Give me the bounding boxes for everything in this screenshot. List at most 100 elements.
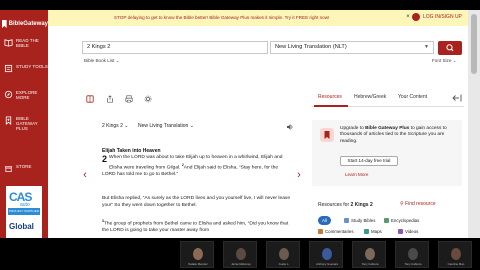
free-trial-button[interactable]: Start 14-day free trial: [340, 156, 398, 166]
filter-label: Videos: [405, 229, 419, 234]
study-bibles-icon: [344, 218, 349, 223]
resources-heading: Resources for 2 Kings 2: [318, 202, 373, 208]
collapse-panel-icon[interactable]: [452, 94, 462, 102]
chevron-down-icon: ⌄: [115, 58, 120, 63]
filter-commentaries[interactable]: Commentaries: [318, 229, 354, 234]
open-book-icon: [4, 39, 13, 47]
participant-tile[interactable]: Tony Cabrera: [395, 241, 429, 268]
scrollbar-thumb[interactable]: [471, 14, 477, 74]
sidebar-item-read[interactable]: READ THE BIBLE: [0, 38, 48, 48]
verse-text: The group of prophets from Bethel came t…: [102, 221, 289, 234]
resources-reference: 2 Kings 2: [350, 202, 373, 208]
find-resource-link[interactable]: ⚲ Find resource: [400, 201, 436, 207]
participant-video: [451, 248, 461, 260]
advertisement[interactable]: CAS auto PROUDLY SUPPLIER OF Global: [6, 186, 42, 238]
scrollbar[interactable]: [468, 10, 480, 238]
ad-word: Global: [9, 222, 34, 231]
participant-tile[interactable]: Joelie L.: [266, 241, 300, 268]
bible-book-list-label: Bible Book List: [84, 58, 115, 63]
filter-videos[interactable]: Videos: [398, 229, 418, 234]
participant-name: Natalie Mendez: [188, 262, 208, 266]
search-button[interactable]: [438, 41, 462, 55]
tab-your-content[interactable]: Your Content: [398, 94, 427, 100]
paragraph-verse-2: But Elisha replied, “As surely as the LO…: [102, 196, 292, 209]
participant-name: Joelie L.: [278, 262, 290, 266]
participant-video: [365, 248, 375, 260]
filter-maps[interactable]: Maps: [364, 229, 382, 234]
chapter-number: 2: [102, 154, 108, 164]
commentaries-icon: [318, 229, 323, 234]
participant-video: [322, 248, 332, 260]
sidebar-item-label: STORE: [16, 164, 32, 169]
passage-value: 2 Kings 2: [87, 44, 111, 50]
version-value: New Living Translation (NLT): [275, 44, 347, 50]
passage-version-label: New Living Translation: [138, 123, 189, 129]
audio-icon[interactable]: [286, 123, 294, 131]
bible-book-list-link[interactable]: Bible Book List ⌄: [84, 58, 120, 64]
search-icon: [446, 44, 454, 52]
filter-study-bibles[interactable]: Study Bibles: [344, 216, 375, 225]
section-heading: Elijah Taken into Heaven: [102, 148, 161, 154]
maps-icon: [364, 229, 369, 234]
resources-prefix: Resources for: [318, 202, 351, 208]
participant-tile[interactable]: Tony Cabrera: [352, 241, 386, 268]
study-tools-icon: [4, 64, 13, 73]
participant-tile[interactable]: Jamie Mahoney: [223, 241, 257, 268]
plus-promo-card: Upgrade to Bible Gateway Plus to gain ac…: [312, 120, 462, 186]
share-icon[interactable]: [106, 95, 114, 103]
participant-video: [236, 248, 246, 260]
font-size-link[interactable]: Font Size ⌄: [432, 58, 457, 64]
participant-video: [193, 248, 203, 260]
passage-search-input[interactable]: 2 Kings 2: [82, 41, 268, 54]
tab-resources[interactable]: Resources: [318, 94, 342, 100]
banner-message[interactable]: STOP delaying to get to know the Bible b…: [114, 15, 329, 20]
participant-name: Tony Cabrera: [404, 262, 422, 266]
chevron-down-icon: ▼: [424, 44, 429, 50]
verse-text: But Elisha replied, “As surely as the LO…: [102, 196, 291, 208]
participant-name: Anthony Guevara: [316, 262, 338, 266]
next-chapter-icon[interactable]: ›: [294, 166, 304, 184]
filter-label: Commentaries: [325, 229, 354, 234]
promo-brand: Bible Gateway Plus: [365, 126, 410, 131]
ad-tagline: PROUDLY SUPPLIER OF: [8, 208, 40, 220]
gear-icon[interactable]: [144, 95, 152, 103]
version-select[interactable]: New Living Translation (NLT) ▼: [270, 41, 434, 54]
paragraph-verse-1: 2 When the LORD was about to take Elijah …: [102, 155, 292, 178]
highlight-book-icon[interactable]: [86, 95, 94, 103]
login-signup-link[interactable]: LOG IN/SIGN UP: [412, 13, 462, 21]
previous-chapter-icon[interactable]: ‹: [80, 166, 90, 184]
participant-tile[interactable]: Anthony Guevara: [309, 241, 343, 268]
filter-label: Maps: [371, 229, 382, 234]
plus-bookmark-icon: [320, 128, 334, 142]
find-resource-label: Find resource: [405, 201, 436, 207]
sidebar-item-store[interactable]: STORE: [0, 164, 48, 173]
sidebar-item-plus[interactable]: BIBLE GATEWAY PLUS: [0, 116, 48, 131]
promo-banner[interactable]: STOP delaying to get to know the Bible b…: [48, 10, 468, 26]
filter-encyclopedias[interactable]: Encyclopedias: [384, 216, 419, 225]
passage-reference[interactable]: 2 Kings 2 ⌄: [102, 123, 128, 129]
filter-all[interactable]: All: [318, 216, 331, 225]
participant-tile[interactable]: Natalie Mendez: [180, 241, 214, 268]
passage-version[interactable]: New Living Translation ⌄: [138, 123, 194, 129]
tab-hebrew-greek[interactable]: Hebrew/Greek: [354, 94, 386, 100]
sidebar-item-explore[interactable]: EXPLORE MORE: [0, 90, 48, 100]
user-avatar-icon: [412, 13, 420, 21]
explore-icon: [4, 90, 13, 99]
sidebar-item-study[interactable]: STUDY TOOLS: [0, 64, 48, 73]
encyclopedias-icon: [384, 218, 389, 223]
search-icon: ⚲: [400, 201, 404, 207]
participant-tile[interactable]: Caroline Man: [438, 241, 472, 268]
participant-video: [279, 248, 289, 260]
participant-name: Caroline Man: [447, 262, 465, 266]
learn-more-link[interactable]: Learn More: [345, 172, 369, 177]
store-icon: [4, 166, 13, 173]
login-label: LOG IN/SIGN UP: [423, 14, 462, 20]
close-icon[interactable]: ×: [404, 13, 412, 21]
logo[interactable]: BibleGateway: [2, 18, 48, 30]
chevron-down-icon: ⌄: [189, 123, 194, 129]
print-icon[interactable]: [125, 95, 133, 103]
logo-text: BibleGateway: [8, 21, 48, 27]
promo-text: Upgrade to Bible Gateway Plus to gain ac…: [340, 126, 458, 145]
sidebar-item-label: EXPLORE MORE: [16, 90, 38, 100]
sidebar-item-label: STUDY TOOLS: [16, 64, 48, 69]
